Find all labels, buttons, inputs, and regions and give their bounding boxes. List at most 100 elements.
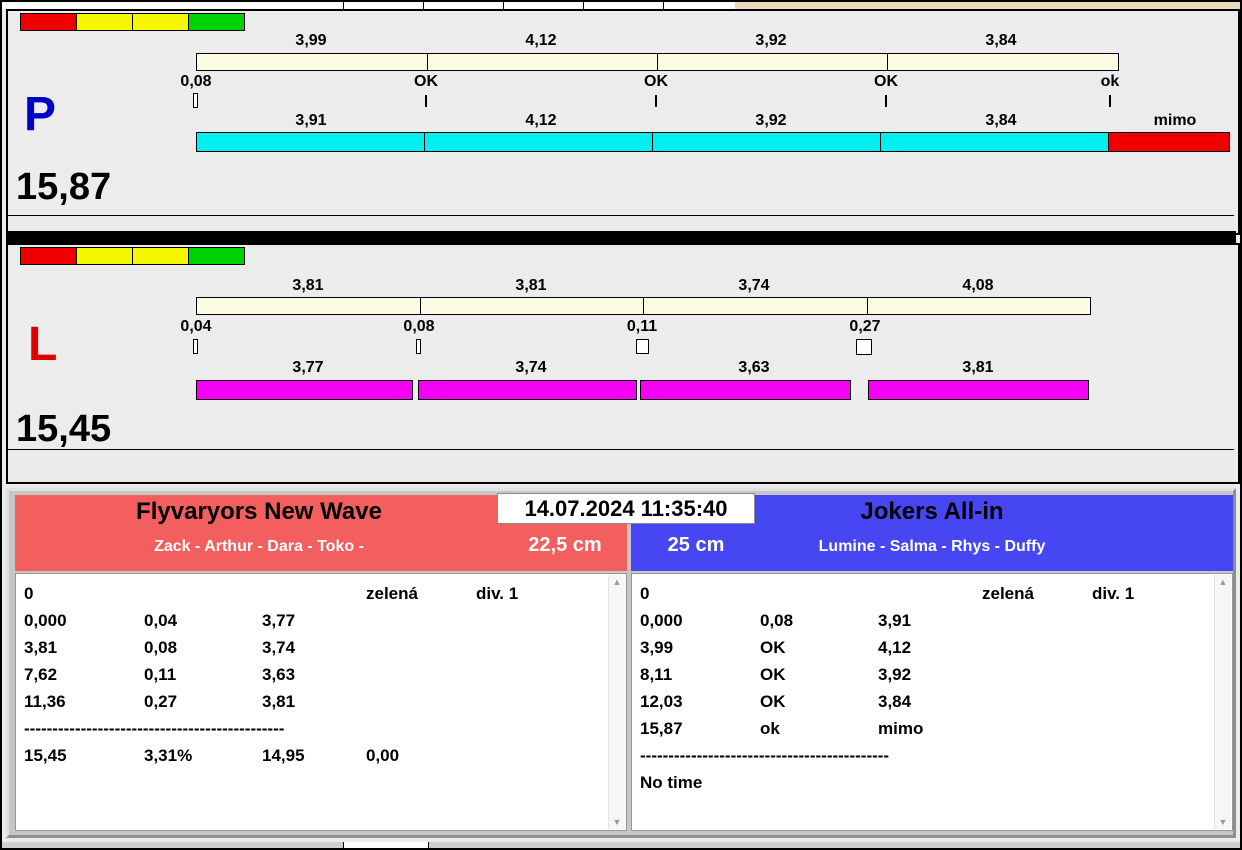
gate-indicator-tick	[1109, 95, 1111, 107]
scrollbar[interactable]: ▲ ▼	[1214, 575, 1231, 829]
split-time: 4,08	[962, 277, 994, 294]
result-row: 0 zelená div. 1	[24, 580, 604, 607]
split-time: 3,84	[985, 32, 1017, 49]
result-cell	[366, 661, 476, 688]
team-column-right: 25 cm Jokers All-in Lumine - Salma - Rhy…	[631, 495, 1233, 831]
status-cell	[76, 247, 133, 265]
result-cell	[262, 715, 366, 742]
result-cell: 7,62	[24, 665, 58, 684]
gate-indicator-box	[856, 339, 872, 355]
result-row: 8,11 OK 3,92	[640, 661, 1210, 688]
result-cell: 3,31%	[144, 746, 193, 765]
result-cell: div. 1	[1092, 584, 1135, 603]
result-cell: 15,45	[24, 746, 67, 765]
datetime-display: 14.07.2024 11:35:40	[497, 493, 755, 524]
team-name: Flyvaryors New Wave	[136, 498, 382, 525]
result-cell	[476, 715, 604, 742]
result-row: 15,87 ok mimo	[640, 715, 1210, 742]
result-cell: 0,000	[24, 611, 67, 630]
result-cell: OK	[760, 638, 786, 657]
result-panel-right: 0 zelená div. 1 0,000 0,08 3,91 3,99 OK 4,12 8,11…	[631, 573, 1233, 831]
run-segment	[418, 380, 637, 400]
result-cell	[1092, 742, 1210, 769]
result-cell: ----------------------------------------…	[640, 746, 890, 765]
gate-mark: 0,27	[849, 318, 881, 335]
run-segment	[652, 132, 881, 152]
result-row: 0,000 0,04 3,77	[24, 607, 604, 634]
column-divider	[343, 2, 344, 9]
status-cell	[132, 13, 189, 31]
result-cell: 0,27	[144, 692, 178, 711]
result-cell: OK	[760, 665, 786, 684]
bottom-strip	[2, 842, 1240, 848]
result-cell: 3,77	[262, 611, 296, 630]
split-time: 3,74	[515, 359, 547, 376]
top-strip	[2, 2, 1240, 9]
panel-separator	[6, 231, 1236, 243]
gate-mark: OK	[644, 73, 668, 90]
run-segment	[868, 380, 1089, 400]
scrollbar[interactable]: ▲ ▼	[608, 575, 625, 829]
status-cell	[132, 247, 189, 265]
result-cell: 0	[24, 584, 34, 603]
result-cell: 0,000	[640, 611, 683, 630]
result-row: ----------------------------------------…	[640, 742, 1210, 769]
result-cell: 3,91	[878, 611, 912, 630]
result-cell: 15,87	[640, 719, 683, 738]
split-time: 3,84	[985, 112, 1017, 129]
result-cell	[878, 742, 982, 769]
run-segment	[424, 132, 653, 152]
run-segment	[640, 380, 851, 400]
gate-mark: 0,04	[180, 318, 212, 335]
result-cell: 0,04	[144, 611, 178, 630]
total-time: 15,45	[16, 408, 112, 450]
lane-panel-l: 3,81 3,81 3,74 4,08 0,04 0,08 0,11 0,27 …	[6, 243, 1240, 484]
result-row: 3,99 OK 4,12	[640, 634, 1210, 661]
timing-app-window: 3,99 4,12 3,92 3,84 0,08 OK OK OK ok 3,9…	[0, 0, 1242, 850]
team-column-left: Flyvaryors New Wave Zack - Arthur - Dara…	[15, 495, 627, 831]
result-cell: 3,74	[262, 638, 296, 657]
status-cell	[76, 13, 133, 31]
split-time: 4,12	[525, 112, 557, 129]
result-rows: 0 zelená div. 1 0,000 0,08 3,91 3,99 OK 4,12 8,11…	[640, 580, 1210, 796]
result-cell: 3,81	[24, 638, 58, 657]
result-cell	[1092, 769, 1210, 796]
result-cell	[476, 607, 604, 634]
gate-mark: OK	[414, 73, 438, 90]
result-cell	[982, 769, 1092, 796]
result-cell: 8,11	[640, 665, 673, 684]
scale-divider	[867, 298, 868, 314]
scroll-up-icon[interactable]: ▲	[1215, 575, 1231, 589]
status-cell	[20, 13, 77, 31]
result-cell: zelená	[366, 584, 418, 603]
result-cell	[982, 634, 1092, 661]
result-row: 7,62 0,11 3,63	[24, 661, 604, 688]
panel-footer-strip	[8, 449, 1234, 479]
status-cell	[188, 247, 245, 265]
gate-mark: OK	[874, 73, 898, 90]
result-cell: 11,36	[24, 692, 66, 711]
result-rows: 0 zelená div. 1 0,000 0,04 3,77 3,81 0,08 3,74 7,…	[24, 580, 604, 769]
gate-indicator-tick	[425, 95, 427, 107]
split-time: 3,74	[738, 277, 770, 294]
status-light-strip	[20, 247, 245, 265]
panel-footer-strip	[8, 215, 1234, 230]
split-time: 3,81	[292, 277, 324, 294]
scroll-down-icon[interactable]: ▼	[1215, 815, 1231, 829]
status-cell	[188, 13, 245, 31]
result-cell	[476, 688, 604, 715]
gate-indicator-tick	[655, 95, 657, 107]
gate-indicator-tick	[885, 95, 887, 107]
result-cell: OK	[760, 692, 786, 711]
result-cell	[262, 580, 366, 607]
result-cell	[878, 580, 982, 607]
bottom-strip-cell	[343, 842, 429, 848]
scale-divider	[887, 54, 888, 70]
run-segment	[196, 380, 413, 400]
start-mark: 0,08	[180, 73, 212, 90]
gate-indicator-box	[416, 339, 421, 354]
scroll-down-icon[interactable]: ▼	[609, 815, 625, 829]
top-strip-highlight	[735, 2, 1240, 9]
scroll-up-icon[interactable]: ▲	[609, 575, 625, 589]
scoreboard: Flyvaryors New Wave Zack - Arthur - Dara…	[6, 488, 1236, 838]
